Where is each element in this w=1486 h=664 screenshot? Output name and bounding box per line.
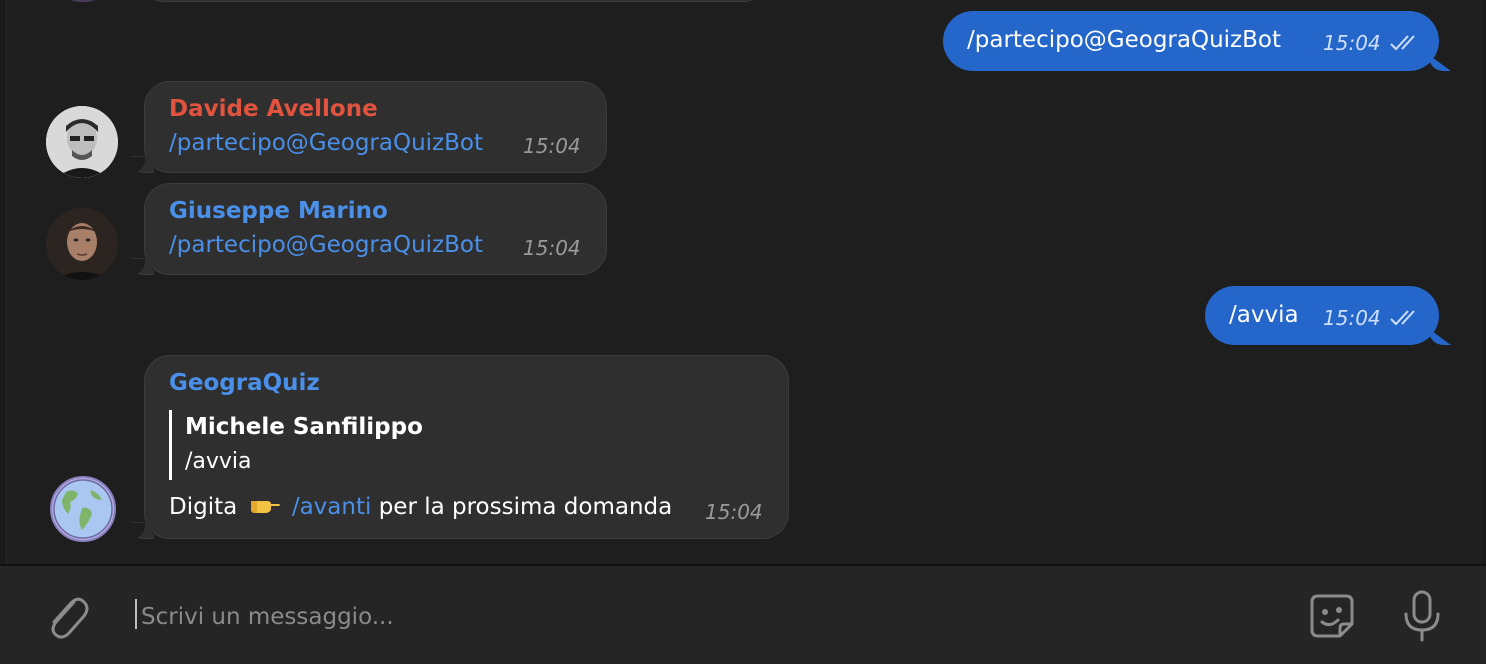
text-cursor [135,599,137,629]
message-input[interactable] [139,596,1243,638]
avanti-command-link[interactable]: /avanti [292,494,372,520]
message-bubble[interactable] [145,0,762,2]
message-meta: 15:04 [1323,31,1421,55]
message-time: 15:04 [1323,306,1381,330]
message-time: 15:04 [705,500,763,524]
avatar[interactable] [58,0,108,2]
bot-command-link[interactable]: /partecipo@GeograQuizBot [169,130,483,156]
sticker-icon[interactable] [1304,588,1360,644]
double-check-icon [1390,310,1415,326]
message-composer [0,564,1486,664]
message-text: /avvia [1229,302,1299,328]
incoming-message[interactable]: GeograQuiz Michele Sanfilippo /avvia Dig… [125,355,789,539]
avatar[interactable] [46,208,118,280]
message-time: 15:04 [523,134,581,158]
sender-name[interactable]: Davide Avellone [169,96,378,122]
bot-command-link[interactable]: /partecipo@GeograQuizBot [169,232,483,258]
double-check-icon [1390,35,1415,51]
paperclip-icon[interactable] [40,588,92,644]
reply-text: /avvia [185,449,252,474]
outgoing-message[interactable]: /avvia 15:04 [1205,286,1439,345]
message-meta: 15:04 [1323,306,1421,330]
sender-name[interactable]: Giuseppe Marino [169,198,388,224]
chat-history[interactable]: /partecipo@GeograQuizBot 15:04 Davide Av… [0,0,1486,564]
message-time: 15:04 [1323,31,1381,55]
scrollbar-track[interactable] [1482,0,1486,564]
avatar-photo [46,208,118,280]
pointing-right-emoji-icon [250,501,280,513]
sidebar-divider [0,0,7,564]
message-text: Digita /avanti per la prossima domanda [169,494,672,520]
incoming-message[interactable]: Davide Avellone /partecipo@GeograQuizBot… [125,81,607,173]
avatar-photo [46,106,118,178]
avatar[interactable] [46,106,118,178]
sender-name[interactable]: GeograQuiz [169,370,320,396]
outgoing-message[interactable]: /partecipo@GeograQuizBot 15:04 [943,11,1439,71]
message-time: 15:04 [523,236,581,260]
message-text: /partecipo@GeograQuizBot [967,27,1281,53]
incoming-message[interactable]: Giuseppe Marino /partecipo@GeograQuizBot… [125,183,607,275]
microphone-icon[interactable] [1398,588,1446,644]
reply-sender-name: Michele Sanfilippo [185,414,423,440]
avatar[interactable] [50,476,116,542]
globe-icon [53,479,113,539]
text-before-link: Digita [169,494,238,520]
reply-quote[interactable]: Michele Sanfilippo /avvia [169,410,423,480]
text-after-link: per la prossima domanda [378,494,673,520]
